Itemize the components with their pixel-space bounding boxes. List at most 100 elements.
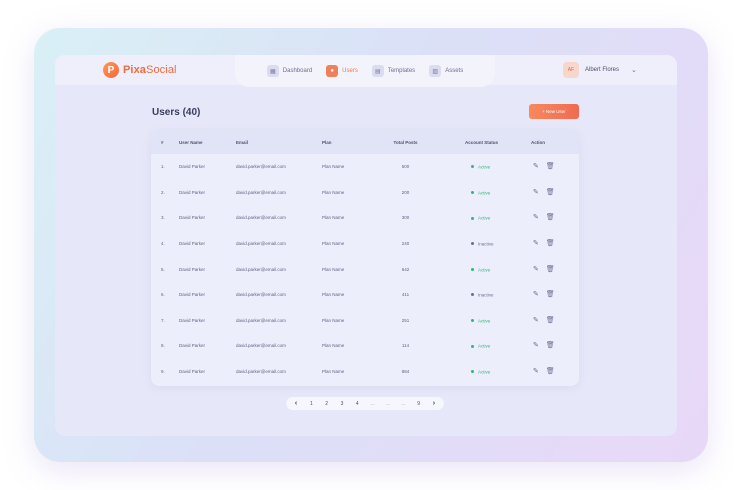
page-2[interactable]: 2 (321, 401, 333, 407)
total-posts-cell: 114 (401, 343, 410, 349)
nav-item-users[interactable]: ● Users (326, 65, 358, 77)
account-status-cell: Active (457, 154, 531, 180)
header-user-name: User Name (179, 139, 203, 145)
trash-icon[interactable]: 🗑 (546, 291, 555, 298)
top-bar: P PixaSocial ▦ Dashboard ● Users ▤ Templ… (55, 55, 677, 87)
action-cell: ✎ 🗑 (531, 308, 579, 334)
account-status-cell: Active (457, 205, 531, 231)
edit-icon[interactable]: ✎ (533, 342, 539, 349)
account-status-cell: Active (457, 359, 531, 385)
action-cell: ✎ 🗑 (531, 282, 579, 308)
row-number: 6. (161, 292, 165, 298)
status-dot-icon (471, 344, 474, 348)
total-posts-cell: 240 (401, 241, 410, 247)
status-dot-icon (471, 319, 474, 323)
edit-icon[interactable]: ✎ (533, 240, 539, 247)
nav-item-templates[interactable]: ▤ Templates (371, 65, 416, 77)
page-ellipsis: ... (370, 400, 375, 407)
edit-icon[interactable]: ✎ (533, 266, 539, 273)
page-3[interactable]: 3 (336, 401, 348, 407)
email-cell: david.parker@email.com (236, 292, 286, 298)
user-name-cell: David Parker (179, 317, 206, 323)
trash-icon[interactable]: 🗑 (546, 189, 555, 196)
user-name-cell: David Parker (179, 292, 206, 298)
email-cell: david.parker@email.com (236, 215, 286, 221)
plan-cell: Plan Name (322, 343, 345, 349)
users-icon: ● (326, 65, 339, 77)
status-dot-icon (471, 242, 474, 246)
account-status-cell: Inactive (457, 282, 531, 308)
trash-icon[interactable]: 🗑 (546, 317, 555, 324)
user-name-cell: David Parker (179, 164, 206, 170)
new-user-button[interactable]: + New User (529, 104, 579, 119)
table-row: 2. David Parker david.parker@email.com Plan… (151, 180, 579, 206)
edit-icon[interactable]: ✎ (533, 163, 539, 170)
action-cell: ✎ 🗑 (531, 231, 579, 257)
user-name-cell: David Parker (179, 343, 206, 349)
trash-icon[interactable]: 🗑 (546, 368, 555, 375)
email-cell: david.parker@email.com (236, 164, 286, 170)
status-badge: Active (478, 318, 491, 324)
email-cell: david.parker@email.com (236, 266, 286, 272)
brand-second: Social (146, 64, 177, 76)
plan-cell: Plan Name (322, 241, 345, 247)
table-row: 1. David Parker david.parker@email.com Plan… (151, 154, 579, 180)
action-cell: ✎ 🗑 (531, 180, 579, 206)
table-header-row: # User Name Email Plan Total Posts Accou… (151, 130, 579, 154)
action-cell: ✎ 🗑 (531, 154, 579, 180)
page-4[interactable]: 4 (351, 401, 363, 407)
main-nav: ▦ Dashboard ● Users ▤ Templates ▨ Assets (235, 55, 495, 87)
grid-icon: ▦ (266, 65, 279, 77)
table-row: 3. David Parker david.parker@email.com Plan… (151, 205, 579, 231)
header-plan: Plan (322, 139, 332, 145)
edit-icon[interactable]: ✎ (533, 368, 539, 375)
action-cell: ✎ 🗑 (531, 256, 579, 282)
nav-label: Templates (387, 68, 416, 74)
email-cell: david.parker@email.com (236, 369, 286, 375)
user-menu[interactable]: AF Albert Flores ⌄ (563, 62, 637, 78)
plan-cell: Plan Name (322, 369, 345, 375)
user-name-cell: David Parker (179, 369, 206, 375)
brand-name: PixaSocial (123, 64, 177, 76)
page-1[interactable]: 1 (305, 401, 317, 407)
trash-icon[interactable]: 🗑 (546, 214, 555, 221)
email-cell: david.parker@email.com (236, 189, 286, 195)
edit-icon[interactable]: ✎ (533, 291, 539, 298)
account-status-cell: Active (457, 308, 531, 334)
page-9[interactable]: 9 (413, 401, 425, 407)
plan-cell: Plan Name (322, 317, 345, 323)
plan-cell: Plan Name (322, 189, 345, 195)
header-num: # (161, 139, 164, 145)
user-name-cell: David Parker (179, 266, 206, 272)
nav-item-assets[interactable]: ▨ Assets (429, 65, 463, 77)
status-dot-icon (471, 216, 474, 220)
total-posts-cell: 500 (401, 164, 410, 170)
trash-icon[interactable]: 🗑 (546, 240, 555, 247)
trash-icon[interactable]: 🗑 (546, 163, 555, 170)
status-badge: Active (478, 164, 491, 170)
edit-icon[interactable]: ✎ (533, 317, 539, 324)
user-name-cell: David Parker (179, 241, 206, 247)
edit-icon[interactable]: ✎ (533, 189, 539, 196)
row-number: 1. (161, 164, 165, 170)
table-row: 9. David Parker david.parker@email.com Plan… (151, 359, 579, 385)
status-badge: Active (478, 215, 491, 221)
nav-item-dashboard[interactable]: ▦ Dashboard (266, 65, 312, 77)
next-page-icon[interactable]: › (428, 400, 440, 407)
header-account-status: Account Status (465, 139, 499, 145)
status-badge: Active (478, 190, 491, 196)
edit-icon[interactable]: ✎ (533, 214, 539, 221)
brand-logo[interactable]: P PixaSocial (103, 62, 177, 78)
app-window: P PixaSocial ▦ Dashboard ● Users ▤ Templ… (55, 55, 677, 436)
prev-page-icon[interactable]: ‹ (290, 400, 302, 407)
trash-icon[interactable]: 🗑 (546, 266, 555, 273)
email-cell: david.parker@email.com (236, 343, 286, 349)
account-status-cell: Active (457, 256, 531, 282)
plan-cell: Plan Name (322, 215, 345, 221)
account-status-cell: Inactive (457, 231, 531, 257)
nav-label: Assets (445, 68, 464, 74)
brand-first: Pixa (123, 64, 147, 76)
trash-icon[interactable]: 🗑 (546, 342, 555, 349)
action-cell: ✎ 🗑 (531, 205, 579, 231)
row-number: 9. (161, 369, 165, 375)
